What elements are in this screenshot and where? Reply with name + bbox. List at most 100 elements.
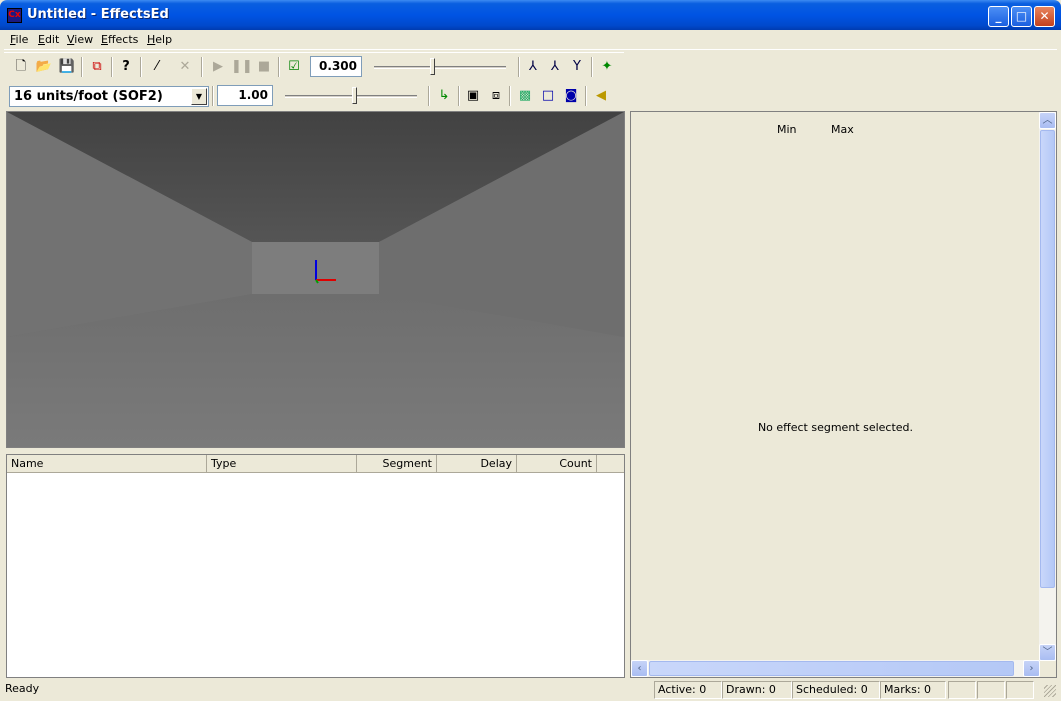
time-slider-thumb[interactable]: [430, 58, 436, 75]
horizontal-scroll-thumb[interactable]: [649, 661, 1014, 676]
menu-bar: File Edit View Effects Help: [4, 30, 1057, 50]
sound-button[interactable]: ◀: [591, 86, 611, 106]
3d-viewport[interactable]: [6, 111, 625, 448]
status-indicator-1: [948, 681, 976, 699]
delete-button[interactable]: ✕: [175, 57, 195, 77]
scroll-left-button[interactable]: ‹: [631, 660, 648, 677]
column-header-filler: [597, 455, 624, 473]
move-tool-button[interactable]: ✦: [597, 57, 617, 77]
scale-slider-thumb[interactable]: [351, 87, 357, 104]
units-dropdown[interactable]: 16 units/foot (SOF2) ▼: [9, 86, 209, 107]
chevron-down-icon: ﹀: [1042, 647, 1053, 658]
scroll-right-button[interactable]: ›: [1023, 660, 1040, 677]
pause-button[interactable]: ❚❚: [231, 57, 253, 77]
copy-button[interactable]: ⧉: [87, 57, 107, 77]
resize-grip-icon[interactable]: [1044, 685, 1056, 697]
separator: [518, 57, 520, 77]
horizontal-scrollbar[interactable]: ‹ ›: [631, 660, 1040, 677]
close-icon: ✕: [1039, 9, 1050, 23]
separator: [585, 86, 587, 106]
wand-button[interactable]: ⁄: [147, 57, 167, 77]
help-icon: ?: [122, 59, 130, 74]
window-title: Untitled - EffectsEd: [27, 7, 169, 22]
magic-wand-icon: ⁄: [155, 59, 159, 74]
time-slider-track[interactable]: [374, 66, 506, 69]
separator: [81, 57, 83, 77]
menu-edit[interactable]: Edit: [38, 33, 59, 46]
column-header-type[interactable]: Type: [207, 455, 357, 473]
time-value-field[interactable]: 0.300: [310, 56, 362, 77]
units-selected: 16 units/foot (SOF2): [14, 89, 163, 104]
menu-effects[interactable]: Effects: [101, 33, 138, 46]
minimize-button[interactable]: _: [988, 6, 1009, 27]
play-button[interactable]: ▶: [208, 57, 228, 77]
save-icon: 💾: [58, 59, 76, 74]
vertical-scrollbar[interactable]: ︿ ﹀: [1039, 112, 1056, 661]
scroll-down-button[interactable]: ﹀: [1039, 644, 1056, 661]
play-icon: ▶: [213, 59, 223, 74]
box-view-button[interactable]: ⧈: [486, 86, 506, 106]
separator: [140, 57, 142, 77]
chevron-right-icon: ›: [1029, 663, 1034, 674]
square-icon: □: [541, 88, 555, 103]
minimize-icon: _: [995, 9, 1002, 23]
loop-checkbox-button[interactable]: ☑: [284, 57, 304, 77]
status-scheduled: Scheduled: 0: [792, 681, 880, 699]
image-icon: ▩: [518, 88, 532, 103]
room-icon: ▣: [466, 88, 480, 103]
room-view-button[interactable]: ▣: [463, 86, 483, 106]
camera-button[interactable]: ◙: [561, 86, 581, 106]
column-header-delay[interactable]: Delay: [437, 455, 517, 473]
separator: [111, 57, 113, 77]
open-button[interactable]: 📂: [34, 57, 54, 77]
move-gizmo-icon: ✦: [601, 59, 613, 74]
stop-button[interactable]: ■: [254, 57, 274, 77]
axis-view-button-2[interactable]: ⅄: [545, 57, 565, 77]
background-image-button[interactable]: ▩: [515, 86, 535, 106]
checkbox-icon: ☑: [288, 59, 300, 74]
status-drawn: Drawn: 0: [722, 681, 792, 699]
column-header-name[interactable]: Name: [7, 455, 207, 473]
status-bar: Ready Active: 0 Drawn: 0 Scheduled: 0 Ma…: [0, 679, 1061, 701]
new-button[interactable]: 🗋: [11, 57, 31, 77]
main-toolbar: 🗋 📂 💾 ⧉ ? ⁄ ✕ ▶ ❚❚ ■ ☑ 0.300 ⅄ ⅄ Y ✦: [4, 52, 624, 80]
delete-icon: ✕: [179, 59, 191, 74]
status-text: Ready: [5, 682, 40, 695]
axis-arrows-icon: ↳: [438, 88, 450, 103]
column-header-count[interactable]: Count: [517, 455, 597, 473]
open-folder-icon: 📂: [35, 59, 53, 74]
status-marks: Marks: 0: [880, 681, 946, 699]
maximize-button[interactable]: □: [1011, 6, 1032, 27]
axis-icon: Y: [573, 59, 581, 74]
menu-help[interactable]: Help: [147, 33, 172, 46]
effects-list[interactable]: Name Type Segment Delay Count: [6, 454, 625, 678]
empty-message: No effect segment selected.: [757, 421, 914, 434]
app-icon[interactable]: Cx: [7, 8, 22, 23]
column-header-segment[interactable]: Segment: [357, 455, 437, 473]
cube-icon: ⧈: [491, 88, 501, 103]
max-label: Max: [831, 123, 854, 136]
wireframe-button[interactable]: □: [538, 86, 558, 106]
separator: [591, 57, 593, 77]
help-button[interactable]: ?: [116, 57, 136, 77]
speaker-icon: ◀: [596, 88, 606, 103]
menu-view[interactable]: View: [67, 33, 93, 46]
show-axis-button[interactable]: ↳: [434, 86, 454, 106]
separator: [458, 86, 460, 106]
chevron-down-icon[interactable]: ▼: [191, 88, 207, 105]
axis-view-button-1[interactable]: ⅄: [523, 57, 543, 77]
scroll-up-button[interactable]: ︿: [1039, 112, 1056, 129]
save-button[interactable]: 💾: [57, 57, 77, 77]
status-active: Active: 0: [654, 681, 722, 699]
chevron-up-icon: ︿: [1042, 115, 1053, 126]
axis-view-button-3[interactable]: Y: [567, 57, 587, 77]
status-indicator-2: [977, 681, 1005, 699]
close-button[interactable]: ✕: [1034, 6, 1055, 27]
status-indicator-3: [1006, 681, 1034, 699]
title-bar[interactable]: Cx Untitled - EffectsEd _ □ ✕: [0, 0, 1061, 30]
scale-value-field[interactable]: 1.00: [217, 85, 273, 106]
axis-icon: ⅄: [529, 59, 537, 74]
separator: [509, 86, 511, 106]
menu-file[interactable]: File: [10, 33, 28, 46]
vertical-scroll-thumb[interactable]: [1040, 130, 1055, 588]
